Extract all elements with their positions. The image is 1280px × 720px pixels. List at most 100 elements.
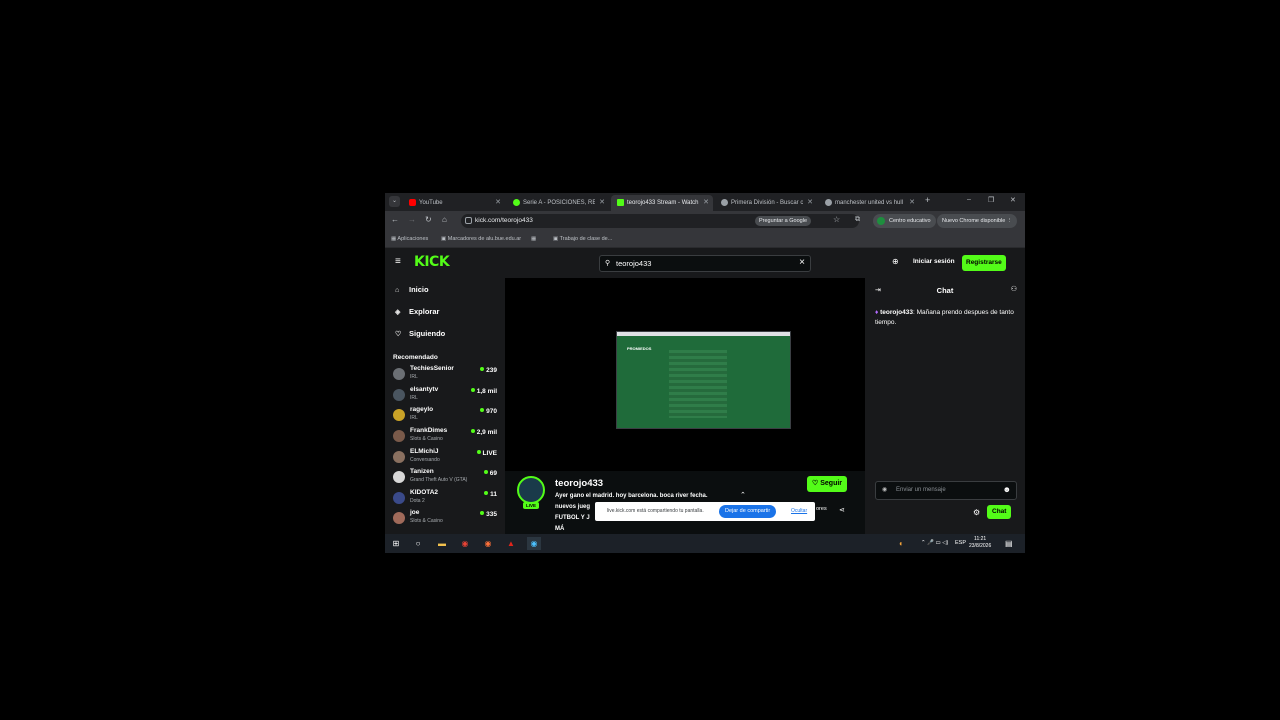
avatar xyxy=(393,451,405,463)
recommended-channel[interactable]: FrankDimes Slots & Casino 2,9 mil xyxy=(393,427,497,447)
viewer-count: 11 xyxy=(484,491,497,498)
search-input[interactable]: ⚲ teorojo433 × xyxy=(599,255,811,272)
close-icon[interactable]: ✕ xyxy=(909,195,915,211)
recommended-channel[interactable]: ELMichiJ Conversando LIVE xyxy=(393,448,497,468)
globe-icon[interactable]: ⊕ xyxy=(892,257,899,266)
channel-name: rageylo xyxy=(410,406,434,413)
close-icon[interactable]: ✕ xyxy=(599,195,605,211)
kick-logo[interactable]: KICK xyxy=(414,254,450,270)
home-button[interactable]: ⌂ xyxy=(442,215,447,224)
clock[interactable]: 11:21 23/8/2026 xyxy=(969,536,991,550)
new-tab-button[interactable]: + xyxy=(925,195,930,205)
tab-search-button[interactable]: ⌄ xyxy=(389,196,400,207)
profile-button[interactable]: Centro educativo xyxy=(873,214,936,228)
recommended-title: Recomendado xyxy=(393,354,438,361)
chat-username[interactable]: teorojo433 xyxy=(880,309,913,316)
bookmark-apps[interactable]: ▦ Aplicaciones xyxy=(391,231,428,247)
reload-button[interactable]: ↻ xyxy=(425,215,432,224)
send-chat-button[interactable]: Chat xyxy=(987,505,1012,519)
recommended-channel[interactable]: joe Slots & Casino 335 xyxy=(393,509,497,529)
back-button[interactable]: ← xyxy=(391,215,399,224)
recommended-channel[interactable]: KIDOTA2 Dota 2 11 xyxy=(393,489,497,509)
sidebar-item-label: Inicio xyxy=(409,285,429,294)
url-text: kick.com/teorojo433 xyxy=(475,217,533,224)
chat-placeholder: Enviar un mensaje xyxy=(896,487,946,493)
channel-category: IRL xyxy=(410,374,418,380)
forward-button[interactable]: → xyxy=(408,215,416,224)
tab-title: Primera División - Buscar co xyxy=(731,200,803,206)
main-content: PROMIEDOS LIVE teorojo433 Ayer gano el m… xyxy=(505,278,865,534)
search-circle-icon[interactable]: ○ xyxy=(411,537,425,550)
site-info-icon[interactable] xyxy=(465,217,472,224)
grid-icon[interactable]: ▦ xyxy=(531,231,536,247)
avatar xyxy=(393,512,405,524)
chat-title: Chat xyxy=(936,286,954,295)
sidebar-item-siguiendo[interactable]: ♡ Siguiendo xyxy=(395,327,445,341)
follow-button[interactable]: ♡ Seguir xyxy=(807,476,848,492)
notification-icon[interactable]: ▤ xyxy=(1005,534,1013,553)
chat-input[interactable]: ◉ Enviar un mensaje ☻ xyxy=(875,481,1017,500)
recommended-channel[interactable]: elsantytv IRL 1,8 mil xyxy=(393,386,497,406)
sidebar-item-inicio[interactable]: ⌂ Inicio xyxy=(395,283,429,297)
tab-primera-division[interactable]: Primera División - Buscar co ✕ xyxy=(715,195,817,211)
signup-button[interactable]: Registrarse xyxy=(962,255,1006,271)
recommended-channel[interactable]: rageylo IRL 970 xyxy=(393,406,497,426)
update-chrome-button[interactable]: Nuevo Chrome disponible ⋮ xyxy=(937,214,1018,228)
acrobat-icon[interactable]: ▲ xyxy=(504,537,518,550)
file-explorer-icon[interactable]: ▬ xyxy=(435,537,449,550)
tray-icons[interactable]: ⌃ 🎤 ▭ ◁) xyxy=(921,534,948,553)
streamer-avatar[interactable] xyxy=(517,476,545,504)
restore-button[interactable]: ❐ xyxy=(988,196,994,204)
language-indicator[interactable]: ESP xyxy=(955,534,966,553)
recommended-channel[interactable]: TechiesSenior IRL 239 xyxy=(393,365,497,385)
bookmark-star-icon[interactable]: ☆ xyxy=(833,215,840,224)
hide-button[interactable]: Ocultar xyxy=(791,502,807,521)
extensions-icon[interactable]: ⧉ xyxy=(855,216,860,224)
chat-badge-icon: ◉ xyxy=(882,487,888,493)
minimize-button[interactable]: – xyxy=(967,196,971,203)
window-close-button[interactable]: ✕ xyxy=(1010,196,1016,204)
emoji-icon[interactable]: ☻ xyxy=(1003,485,1011,494)
ask-google-button[interactable]: Preguntar a Google xyxy=(755,216,812,226)
avatar xyxy=(393,389,405,401)
firefox-icon[interactable]: ◉ xyxy=(481,537,495,550)
tab-kick-stream[interactable]: teorojo433 Stream - Watch ✕ xyxy=(611,195,713,211)
close-icon[interactable]: ✕ xyxy=(807,195,813,211)
channel-name: KIDOTA2 xyxy=(410,489,439,496)
tab-manchester[interactable]: manchester united vs hull ci ✕ xyxy=(819,195,919,211)
tab-youtube[interactable]: YouTube ✕ xyxy=(403,195,505,211)
bookmarks-bar: ▦ Aplicaciones ▣ Marcadores de alu.bue.e… xyxy=(385,231,1025,248)
home-icon: ⌂ xyxy=(395,287,400,294)
chevron-up-icon[interactable]: ⌃ xyxy=(740,491,746,499)
channel-name: Tanizen xyxy=(410,468,434,475)
clear-search-icon[interactable]: × xyxy=(799,257,805,268)
heart-icon: ♡ xyxy=(395,331,402,338)
description-line: Ayer gano el madrid. hoy barcelona. boca… xyxy=(555,493,708,499)
update-label: Nuevo Chrome disponible xyxy=(942,218,1006,224)
sidebar-item-explorar[interactable]: ◈ Explorar xyxy=(395,305,439,319)
tab-serie-a[interactable]: Serie A - POSICIONES, RESU ✕ xyxy=(507,195,609,211)
gear-icon[interactable]: ⚙ xyxy=(973,508,980,517)
close-icon[interactable]: ✕ xyxy=(703,195,709,211)
close-icon[interactable]: ✕ xyxy=(495,195,501,211)
login-button[interactable]: Iniciar sesión xyxy=(913,258,955,265)
share-icon[interactable]: ⋖ xyxy=(839,506,845,514)
windows-start-icon[interactable]: ⊞ xyxy=(389,537,403,550)
kick-icon xyxy=(617,199,624,206)
menu-icon[interactable]: ≡ xyxy=(395,256,401,267)
recommended-channel[interactable]: Tanizen Grand Theft Auto V (GTA) 69 xyxy=(393,468,497,488)
bookmark-trabajo[interactable]: ▣ Trabajo de clase de... xyxy=(553,231,612,247)
screen: ⌄ YouTube ✕ Serie A - POSICIONES, RESU ✕… xyxy=(385,193,1025,553)
video-player[interactable]: PROMIEDOS xyxy=(505,278,865,471)
chrome-active-icon[interactable]: ◉ xyxy=(527,537,541,550)
channel-category: Dota 2 xyxy=(410,498,425,504)
chrome-icon[interactable]: ◉ xyxy=(458,537,472,550)
users-icon[interactable]: ⚇ xyxy=(1011,285,1017,293)
weather-icon[interactable]: ◐ xyxy=(899,534,904,553)
address-bar[interactable]: kick.com/teorojo433 Preguntar a Google ☆ xyxy=(461,214,859,228)
kick-page: ≡ KICK ⚲ teorojo433 × ⊕ Iniciar sesión R… xyxy=(385,248,1025,534)
stop-sharing-button[interactable]: Dejar de compartir xyxy=(719,505,777,518)
bookmark-marcadores[interactable]: ▣ Marcadores de alu.bue.edu.ar xyxy=(441,231,521,247)
streamer-name[interactable]: teorojo433 xyxy=(555,478,603,489)
standings-table-image xyxy=(669,350,727,418)
